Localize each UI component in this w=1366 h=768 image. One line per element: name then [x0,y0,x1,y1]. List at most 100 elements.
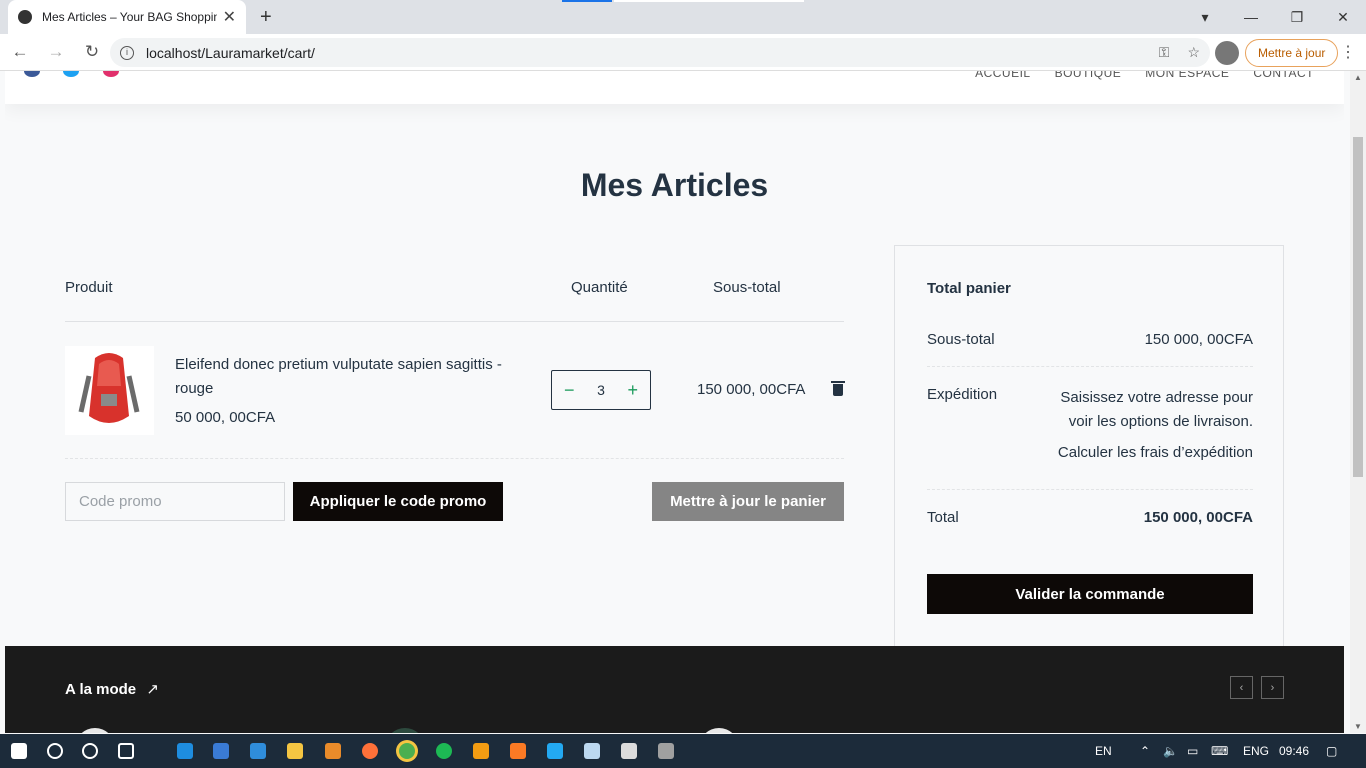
profile-avatar[interactable] [1215,41,1239,65]
promo-code-input[interactable] [65,482,285,521]
edge-icon[interactable] [177,743,193,759]
subtotal-value: 150 000, 00CFA [1144,331,1253,348]
trending-up-icon: ↗ [146,681,159,698]
tab-search-icon[interactable]: ▾ [1182,9,1228,26]
cortana-icon[interactable] [82,743,98,759]
notepad-icon[interactable] [584,743,600,759]
site-info-icon[interactable]: i [120,45,134,60]
task-view-icon[interactable] [118,743,134,759]
close-tab-icon[interactable]: ✕ [223,7,236,27]
trending-product-image[interactable] [699,728,739,733]
calculate-shipping-link[interactable]: Calculer les frais d’expédition [1058,444,1253,461]
checkout-button[interactable]: Valider la commande [927,574,1253,614]
key-icon[interactable]: ⚿ [1159,44,1170,61]
trending-product-image[interactable] [385,728,425,733]
quantity-value[interactable]: 3 [597,382,605,398]
forward-icon[interactable]: → [40,42,72,62]
sublime-text-icon[interactable] [325,743,341,759]
nav-item-shop[interactable]: BOUTIQUE [1055,71,1122,80]
tab-accent [562,0,612,2]
column-header-subtotal: Sous-total [713,279,781,296]
keyboard-icon[interactable]: ⌨ [1211,744,1228,758]
new-tab-icon[interactable]: + [260,6,272,29]
twitter-icon[interactable] [63,71,79,77]
page-viewport: ACCUEIL BOUTIQUE MON ESPACE CONTACT Mes … [5,71,1344,733]
calculator-icon[interactable] [658,743,674,759]
tab-title: Mes Articles – Your BAG Shoppin [42,10,217,24]
input-language[interactable]: EN [1095,744,1112,758]
carousel-next-icon[interactable]: › [1261,676,1284,699]
browser-menu-icon[interactable]: ⋮ [1340,42,1356,62]
page-title: Mes Articles [580,167,769,203]
browser-tab[interactable]: Mes Articles – Your BAG Shoppin ✕ [8,0,246,34]
scrollbar-thumb[interactable] [1353,137,1363,477]
battery-icon[interactable]: ▭ [1187,744,1198,758]
url-text: localhost/Lauramarket/cart/ [146,44,315,61]
notifications-icon[interactable]: ▢ [1326,744,1337,758]
shipping-label: Expédition [927,386,998,403]
volume-icon[interactable]: 🔈 [1163,744,1178,758]
remove-item-icon[interactable] [831,381,845,396]
chrome-icon[interactable] [399,743,415,759]
product-thumbnail[interactable] [65,346,154,435]
trending-title: A la mode ↗ [65,680,159,698]
quantity-stepper: − 3 + [551,370,651,410]
product-name-link[interactable]: Eleifend donec pretium vulputate sapien … [175,353,535,401]
totals-divider [927,366,1253,367]
mail-icon[interactable] [250,743,266,759]
trending-label: A la mode [65,681,137,698]
app-icon[interactable] [621,743,637,759]
minimize-icon[interactable]: — [1228,9,1274,25]
vscode-icon[interactable] [547,743,563,759]
reload-icon[interactable]: ↻ [76,42,108,62]
increase-quantity-icon[interactable]: + [627,380,638,401]
tray-chevron-icon[interactable]: ⌃ [1140,744,1150,758]
browser-toolbar: ← → ↻ i localhost/Lauramarket/cart/ ⚿ ☆ … [0,34,1366,71]
store-icon[interactable] [213,743,229,759]
page-scrollbar[interactable]: ▲ ▼ [1350,71,1366,733]
restore-icon[interactable]: ❐ [1274,9,1320,26]
search-icon[interactable] [47,743,63,759]
git-icon[interactable] [473,743,489,759]
keyboard-language[interactable]: ENG [1243,744,1269,758]
apply-promo-button[interactable]: Appliquer le code promo [293,482,503,521]
site-header: ACCUEIL BOUTIQUE MON ESPACE CONTACT [5,71,1344,104]
firefox-icon[interactable] [362,743,378,759]
product-unit-price: 50 000, 00CFA [175,409,276,426]
totals-divider [927,489,1253,490]
windows-taskbar: EN ⌃ 🔈 ▭ ⌨ ENG 09:46 ▢ [0,734,1366,768]
clock[interactable]: 09:46 [1279,744,1309,758]
shipping-note: Saisissez votre adresse pour voir les op… [1060,389,1253,430]
row-divider [65,458,844,459]
carousel-prev-icon[interactable]: ‹ [1230,676,1253,699]
xampp-icon[interactable] [510,743,526,759]
column-header-quantity: Quantité [571,279,628,296]
trending-section: A la mode ↗ ‹ › [5,646,1344,733]
site-favicon-icon [18,10,32,24]
column-header-product: Produit [65,279,113,296]
nav-item-contact[interactable]: CONTACT [1253,71,1314,80]
scroll-down-icon[interactable]: ▼ [1354,722,1362,731]
total-value: 150 000, 00CFA [1143,509,1253,526]
spotify-icon[interactable] [436,743,452,759]
instagram-icon[interactable] [103,71,119,77]
close-window-icon[interactable]: ✕ [1320,9,1366,26]
decrease-quantity-icon[interactable]: − [564,380,575,401]
scroll-up-icon[interactable]: ▲ [1354,73,1362,82]
windows-start-icon[interactable] [11,743,27,759]
site-nav: ACCUEIL BOUTIQUE MON ESPACE CONTACT [975,71,1314,80]
address-bar[interactable]: i localhost/Lauramarket/cart/ ⚿ ☆ [110,38,1210,67]
bookmark-star-icon[interactable]: ☆ [1187,44,1200,61]
table-divider [65,321,844,322]
nav-item-account[interactable]: MON ESPACE [1145,71,1229,80]
file-explorer-icon[interactable] [287,743,303,759]
subtotal-label: Sous-total [927,331,995,348]
trending-product-image[interactable] [75,728,115,733]
nav-item-home[interactable]: ACCUEIL [975,71,1031,80]
tab-accent [614,0,804,2]
browser-update-button[interactable]: Mettre à jour [1245,39,1339,67]
update-cart-button[interactable]: Mettre à jour le panier [652,482,844,521]
facebook-icon[interactable] [24,71,40,77]
back-icon[interactable]: ← [4,42,36,62]
cart-totals-title: Total panier [927,280,1011,297]
